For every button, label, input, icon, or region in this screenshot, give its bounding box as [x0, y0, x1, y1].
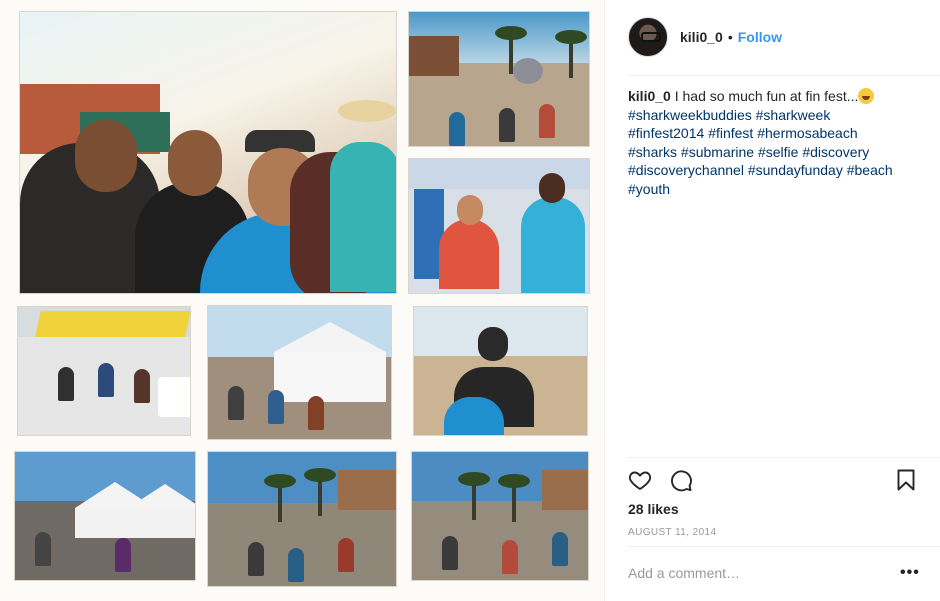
collage-photo-group-statue	[413, 306, 588, 436]
collage-photo-street-shark	[408, 11, 590, 147]
comment-input[interactable]	[628, 565, 878, 581]
separator-dot: •	[727, 29, 733, 45]
actions-divider	[628, 457, 940, 458]
caption-text: I had so much fun at fin fest...	[670, 88, 859, 104]
collage-photo-tent-staff	[408, 158, 590, 294]
hashtag-link[interactable]: #discoverychannel	[628, 162, 744, 178]
heart-icon[interactable]	[628, 468, 652, 492]
avatar[interactable]	[628, 17, 668, 57]
hashtag-link[interactable]: #submarine	[681, 144, 754, 160]
action-bar	[628, 468, 918, 492]
username-link[interactable]: kili0_0	[680, 29, 723, 45]
hashtag-link[interactable]: #finfest	[708, 125, 753, 141]
hashtag-link[interactable]: #sharks	[628, 144, 677, 160]
collage-photo-crowd-street	[411, 451, 589, 581]
collage-photo-tents-row	[14, 451, 196, 581]
collage-photo-selfie	[19, 11, 397, 294]
post-header: kili0_0 • Follow	[628, 16, 920, 58]
hashtag-link[interactable]: #selfie	[758, 144, 798, 160]
likes-count[interactable]: 28 likes	[628, 501, 679, 517]
collage-photo-crowd-bike	[207, 451, 397, 587]
grinning-face-emoji-icon	[858, 88, 875, 104]
header-divider	[628, 75, 940, 76]
hashtag-link[interactable]: #sharkweek	[756, 107, 831, 123]
collage-photo-yellow-tent	[17, 306, 191, 436]
bookmark-icon[interactable]	[894, 468, 918, 492]
collage-photo-shark-week-tent	[207, 305, 392, 440]
hashtag-link[interactable]: #finfest2014	[628, 125, 704, 141]
caption-username[interactable]: kili0_0	[628, 88, 671, 104]
hashtag-link[interactable]: #beach	[847, 162, 893, 178]
post-date[interactable]: AUGUST 11, 2014	[628, 527, 716, 538]
hashtag-link[interactable]: #sundayfunday	[748, 162, 843, 178]
hashtag-link[interactable]: #discovery	[802, 144, 869, 160]
hashtag-link[interactable]: #youth	[628, 181, 670, 197]
more-options-icon[interactable]: •••	[900, 565, 920, 581]
follow-button[interactable]: Follow	[738, 29, 782, 45]
comment-divider	[628, 546, 940, 547]
comment-icon[interactable]	[669, 468, 693, 492]
post-caption: kili0_0 I had so much fun at fin fest...…	[628, 87, 918, 198]
hashtag-link[interactable]: #sharkweekbuddies	[628, 107, 752, 123]
hashtag-link[interactable]: #hermosabeach	[757, 125, 857, 141]
post-info-panel: kili0_0 • Follow kili0_0 I had so much f…	[606, 0, 940, 601]
post-photo[interactable]	[0, 0, 605, 601]
